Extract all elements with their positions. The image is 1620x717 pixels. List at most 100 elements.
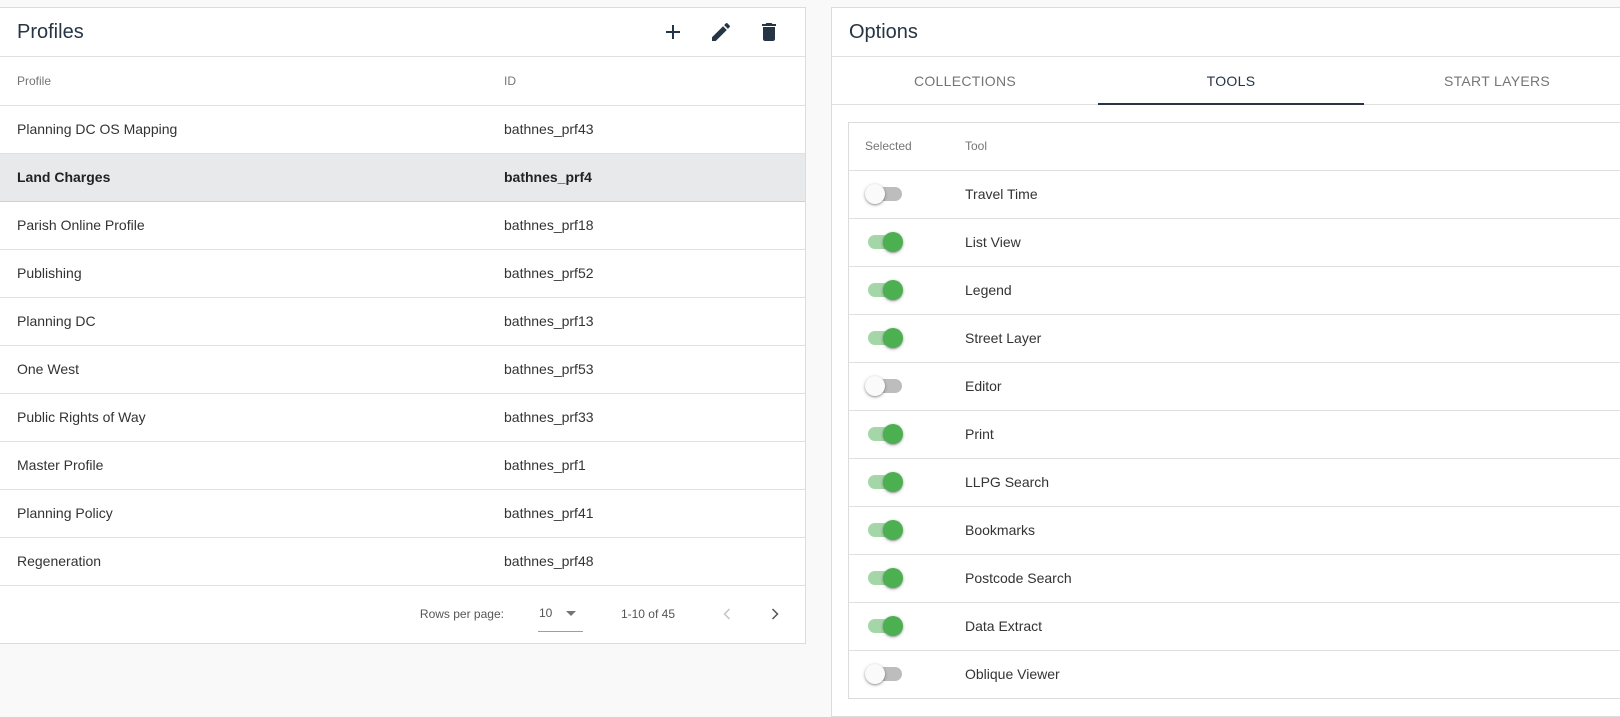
tool-name: Street Layer <box>965 330 1042 346</box>
chevron-right-icon <box>771 607 779 620</box>
tool-row: Print <box>849 410 1620 458</box>
toggle-thumb <box>883 328 903 348</box>
toggle-thumb <box>865 184 885 204</box>
tool-row: Data Extract <box>849 602 1620 650</box>
tool-name: Legend <box>965 282 1012 298</box>
tool-selected-cell <box>849 314 965 362</box>
profile-name: Public Rights of Way <box>17 409 146 425</box>
pencil-icon <box>712 22 731 41</box>
tool-toggle[interactable] <box>865 520 903 540</box>
toggle-thumb <box>865 664 885 685</box>
profiles-header: Profiles <box>0 8 805 57</box>
profile-name: Land Charges <box>17 169 111 185</box>
tool-name: Print <box>965 426 994 442</box>
profiles-panel: Profiles Profile ID Planning DC OS Mappi… <box>0 7 806 644</box>
tool-toggle[interactable] <box>865 424 903 444</box>
tool-name: Oblique Viewer <box>965 666 1060 683</box>
profile-row[interactable]: Parish Online Profile bathnes_prf18 <box>0 201 805 249</box>
profile-row[interactable]: Publishing bathnes_prf52 <box>0 249 805 297</box>
tool-name: Postcode Search <box>965 570 1072 586</box>
tab-collections[interactable]: COLLECTIONS <box>832 57 1098 104</box>
tool-selected-cell <box>849 506 965 554</box>
tool-toggle[interactable] <box>865 664 903 685</box>
tool-row: Street Layer <box>849 314 1620 362</box>
tool-selected-cell <box>849 218 965 266</box>
profile-name: Parish Online Profile <box>17 217 145 233</box>
tool-row: Bookmarks <box>849 506 1620 554</box>
tools-table: Selected Tool Travel Time List View Legend… <box>849 123 1620 698</box>
tool-toggle[interactable] <box>865 280 903 300</box>
options-title: Options <box>849 20 918 43</box>
profiles-table: Profile ID Planning DC OS Mapping bathnes… <box>0 57 805 586</box>
tool-row: Editor <box>849 362 1620 410</box>
profile-id: bathnes_prf43 <box>504 121 594 137</box>
tool-row: Oblique Viewer <box>849 650 1620 698</box>
pagination-range: 1-10 of 45 <box>620 606 675 621</box>
profile-id: bathnes_prf33 <box>504 409 594 425</box>
add-profile-button[interactable] <box>649 8 697 56</box>
profile-row[interactable]: One West bathnes_prf53 <box>0 345 805 393</box>
profile-name: Regeneration <box>17 553 102 569</box>
toggle-thumb <box>883 280 903 300</box>
tool-selected-cell <box>849 650 965 698</box>
tool-toggle[interactable] <box>865 232 903 252</box>
rows-per-page-label: Rows per page: <box>419 606 504 621</box>
trash-icon <box>762 23 776 41</box>
dropdown-caret-icon <box>566 610 577 616</box>
chevron-left-icon <box>723 607 731 620</box>
tool-toggle[interactable] <box>865 376 903 396</box>
tab-start-layers[interactable]: START LAYERS <box>1364 57 1620 104</box>
tool-selected-cell <box>849 458 965 506</box>
edit-profile-button[interactable] <box>697 8 745 56</box>
next-page-button[interactable] <box>751 590 799 638</box>
profile-row[interactable]: Public Rights of Way bathnes_prf33 <box>0 393 805 441</box>
profiles-title: Profiles <box>17 20 84 43</box>
tool-row: LLPG Search <box>849 458 1620 506</box>
column-header-profile[interactable]: Profile <box>0 57 504 105</box>
delete-profile-button[interactable] <box>745 8 793 56</box>
column-header-selected: Selected <box>865 139 912 154</box>
tool-selected-cell <box>849 170 965 218</box>
profile-id: bathnes_prf41 <box>504 505 594 521</box>
tool-toggle[interactable] <box>865 568 903 588</box>
tool-name: List View <box>965 234 1021 250</box>
tool-row: List View <box>849 218 1620 266</box>
options-panel: Options COLLECTIONS TOOLS START LAYERS S… <box>831 7 1620 717</box>
profile-name: Master Profile <box>17 457 104 473</box>
options-tabs: COLLECTIONS TOOLS START LAYERS <box>832 57 1620 105</box>
tool-toggle[interactable] <box>865 184 903 204</box>
profile-row[interactable]: Planning DC OS Mapping bathnes_prf43 <box>0 105 805 153</box>
tools-column-headers: Selected Tool <box>849 123 1620 170</box>
tool-selected-cell <box>849 554 965 602</box>
toggle-thumb <box>883 424 903 444</box>
toggle-thumb <box>865 376 885 396</box>
plus-icon <box>666 25 680 39</box>
tool-toggle[interactable] <box>865 616 903 636</box>
profile-name: Planning Policy <box>17 505 113 521</box>
tool-toggle[interactable] <box>865 328 903 348</box>
profile-row[interactable]: Planning DC bathnes_prf13 <box>0 297 805 345</box>
tool-toggle[interactable] <box>865 472 903 492</box>
toggle-thumb <box>883 520 903 540</box>
profile-row[interactable]: Regeneration bathnes_prf48 <box>0 537 805 585</box>
profile-row[interactable]: Planning Policy bathnes_prf41 <box>0 489 805 537</box>
profile-id: bathnes_prf48 <box>504 553 594 569</box>
profile-name: One West <box>17 361 79 377</box>
profile-row[interactable]: Land Charges bathnes_prf4 <box>0 153 805 201</box>
tab-tools[interactable]: TOOLS <box>1098 57 1364 105</box>
tool-selected-cell <box>849 362 965 410</box>
toggle-thumb <box>883 232 903 252</box>
rows-per-page-select[interactable]: 10 <box>537 600 583 632</box>
profile-row[interactable]: Master Profile bathnes_prf1 <box>0 441 805 489</box>
tool-selected-cell <box>849 410 965 458</box>
tools-table-container: Selected Tool Travel Time List View Legend… <box>848 122 1620 699</box>
column-header-id[interactable]: ID <box>504 57 805 105</box>
pagination: Rows per page: 10 1-10 of 45 <box>0 586 805 642</box>
profile-name: Publishing <box>17 265 82 281</box>
tool-name: Editor <box>965 378 1002 394</box>
profile-id: bathnes_prf53 <box>504 361 594 377</box>
previous-page-button[interactable] <box>703 590 751 638</box>
tool-row: Travel Time <box>849 170 1620 218</box>
toggle-thumb <box>883 616 903 636</box>
profile-id: bathnes_prf18 <box>504 217 594 233</box>
